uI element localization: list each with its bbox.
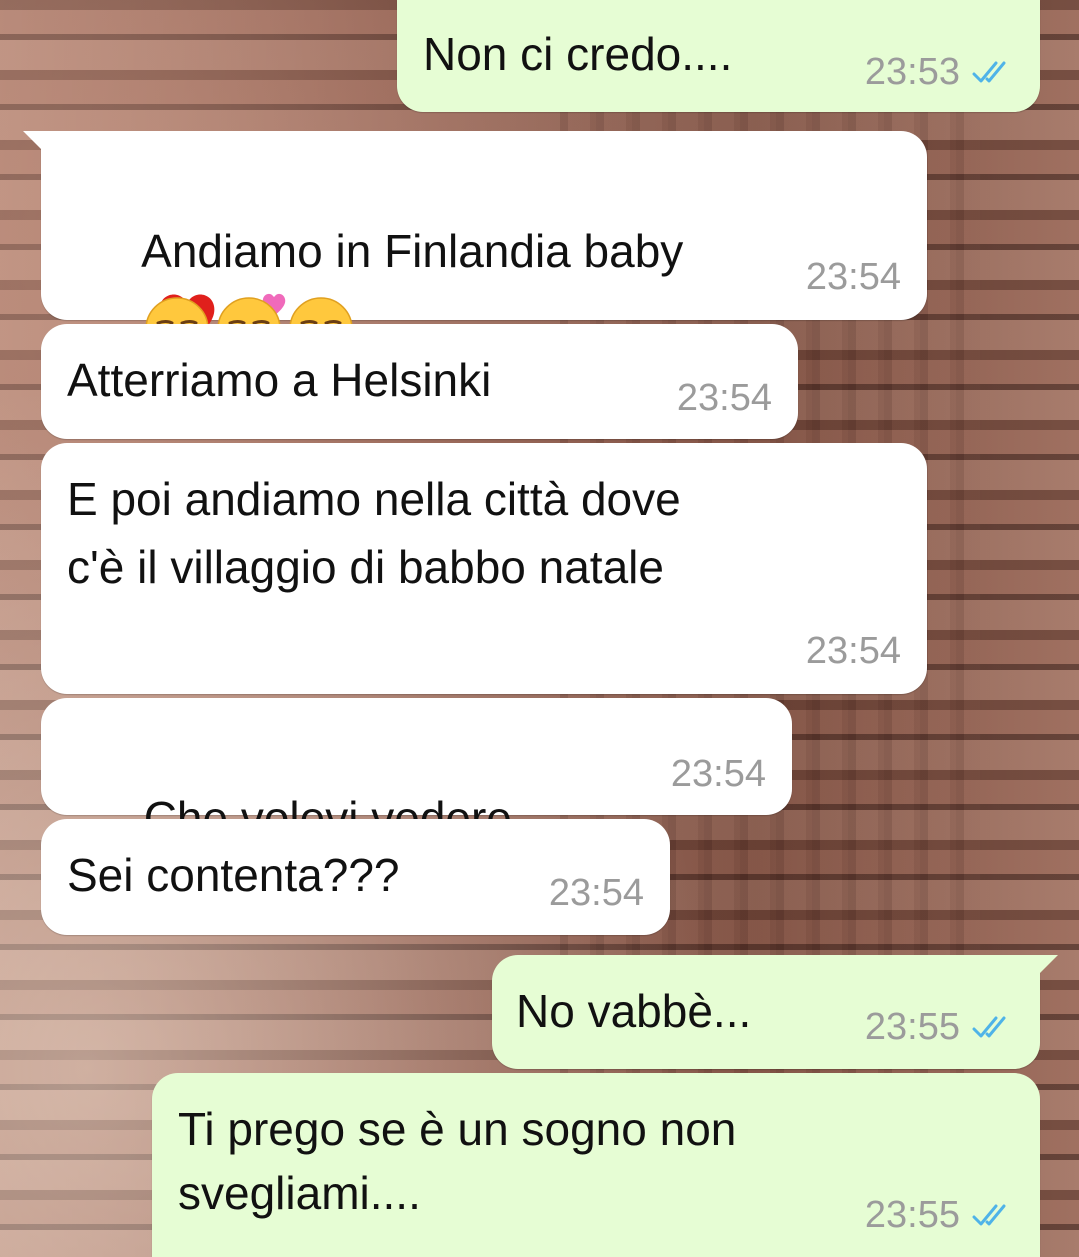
message-incoming[interactable]: Che volevi vedere 23:54 (41, 698, 792, 918)
double-check-icon (972, 61, 1006, 83)
message-meta: 23:54 (549, 871, 644, 915)
message-meta: 23:54 (671, 752, 766, 796)
message-outgoing[interactable]: Non ci credo.... 23:53 (397, 0, 1040, 112)
message-text: Atterriamo a Helsinki (67, 354, 492, 406)
double-check-icon (972, 1016, 1006, 1038)
message-meta: 23:54 (677, 376, 772, 420)
message-meta: 23:54 (806, 629, 901, 673)
message-text: No vabbè... (516, 985, 752, 1037)
message-meta: 23:54 (806, 255, 901, 299)
message-text: Sei contenta??? (67, 849, 400, 901)
message-time: 23:55 (864, 1194, 960, 1236)
message-meta: 23:55 (865, 1005, 1016, 1049)
message-incoming[interactable]: Atterriamo a Helsinki 23:54 (41, 324, 798, 439)
message-incoming[interactable]: Sei contenta??? 23:54 (41, 819, 670, 935)
message-text: c'è il villaggio di babbo natale (67, 541, 664, 593)
message-meta: 23:53 (865, 50, 1016, 94)
message-incoming[interactable]: E poi andiamo nella città dove c'è il vi… (41, 443, 927, 694)
message-time: 23:54 (805, 256, 901, 298)
message-time: 23:55 (864, 1006, 960, 1048)
message-outgoing[interactable]: No vabbè... 23:55 (492, 955, 1058, 1069)
message-text: E poi andiamo nella città dove (67, 473, 681, 525)
message-list[interactable]: Non ci credo.... 23:53 Andiamo in Finlan… (0, 0, 1079, 1257)
message-time: 23:54 (805, 630, 901, 672)
message-text: svegliami.... (178, 1167, 421, 1219)
message-text: Non ci credo.... (423, 28, 733, 80)
message-meta: 23:55 (865, 1193, 1016, 1237)
message-outgoing[interactable]: Ti prego se è un sogno non svegliami....… (152, 1073, 1040, 1257)
message-text: Ti prego se è un sogno non (178, 1103, 737, 1155)
message-time: 23:54 (548, 872, 644, 914)
message-incoming[interactable]: Andiamo in Finlandia baby 23:54 (23, 131, 927, 361)
double-check-icon (972, 1204, 1006, 1226)
message-time: 23:54 (670, 753, 766, 795)
message-time: 23:53 (864, 51, 960, 93)
message-time: 23:54 (676, 377, 772, 419)
